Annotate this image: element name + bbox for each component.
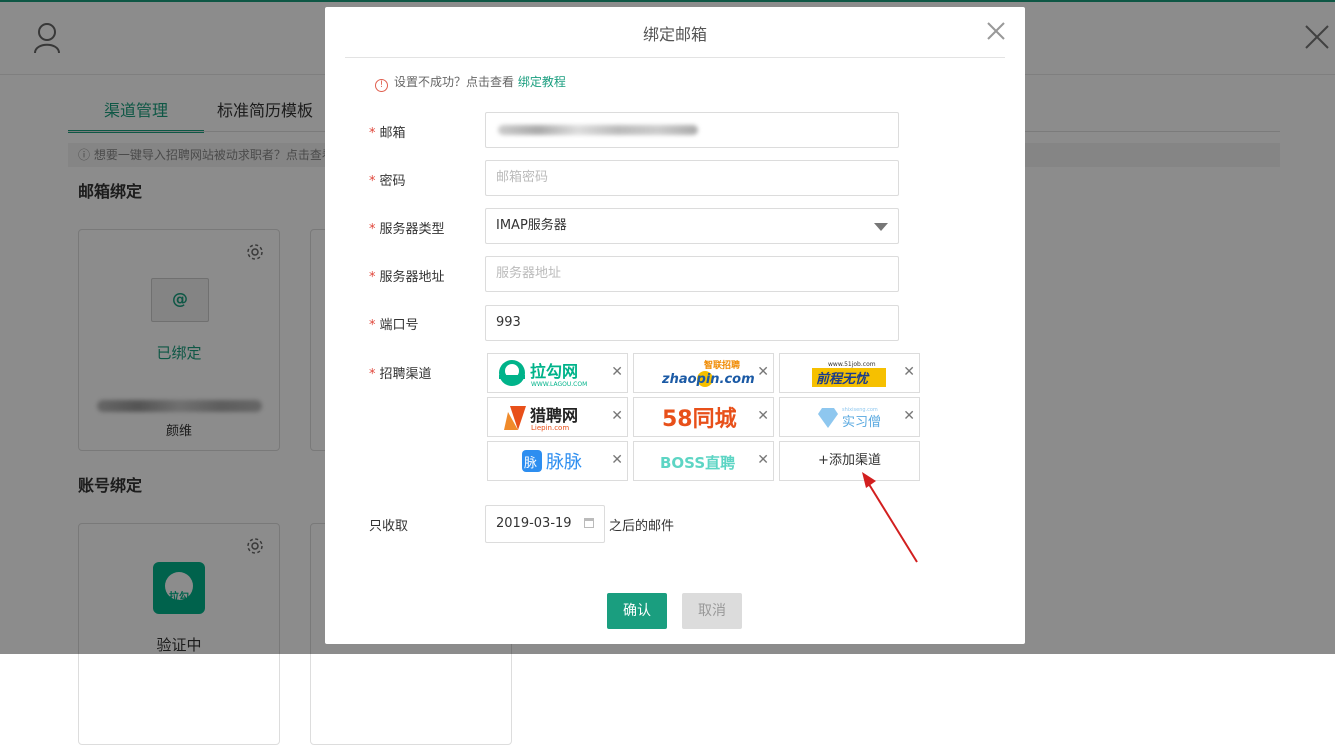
port-input[interactable]: 993: [485, 305, 899, 341]
date-picker-input[interactable]: 2019-03-19: [485, 505, 605, 543]
svg-text:前程无忧: 前程无忧: [816, 371, 870, 387]
51job-logo: www.51job.com 前程无忧: [812, 361, 886, 387]
svg-text:智联招聘: 智联招聘: [704, 359, 740, 371]
svg-text:Liepin.com: Liepin.com: [531, 424, 569, 432]
server-type-select[interactable]: IMAP服务器: [485, 208, 899, 244]
channel-51job: www.51job.com 前程无忧 ✕: [779, 353, 920, 393]
boss-logo: BOSS直聘: [660, 454, 735, 472]
remove-channel-icon[interactable]: ✕: [611, 452, 623, 468]
zhaopin-logo: 智联招聘 zhaopin.com: [661, 359, 754, 387]
server-type-value: IMAP服务器: [496, 218, 567, 233]
date-value: 2019-03-19: [496, 516, 572, 531]
channel-boss: BOSS直聘 ✕: [633, 441, 774, 481]
svg-text:实习僧: 实习僧: [842, 415, 881, 430]
server-address-label: * 服务器地址: [369, 270, 445, 285]
remove-channel-icon[interactable]: ✕: [757, 408, 769, 424]
channel-shixiseng: shixiseng.com 实习僧 ✕: [779, 397, 920, 437]
tutorial-link[interactable]: 绑定教程: [518, 75, 566, 89]
remove-channel-icon[interactable]: ✕: [611, 408, 623, 424]
svg-text:58同城: 58同城: [662, 406, 737, 432]
channel-zhaopin: 智联招聘 zhaopin.com ✕: [633, 353, 774, 393]
channel-58: 58同城 ✕: [633, 397, 774, 437]
remove-channel-icon[interactable]: ✕: [903, 408, 915, 424]
email-input[interactable]: [485, 112, 899, 148]
date-suffix: 之后的邮件: [609, 519, 675, 534]
remove-channel-icon[interactable]: ✕: [757, 364, 769, 380]
calendar-icon: [584, 518, 594, 528]
channel-maimai: 脉 脉脉 ✕: [487, 441, 628, 481]
email-value-blurred: [498, 125, 698, 135]
svg-text:shixiseng.com: shixiseng.com: [842, 407, 878, 413]
add-channel-button[interactable]: +添加渠道: [779, 441, 920, 481]
port-label: * 端口号: [369, 318, 419, 333]
notice-text: 设置不成功？点击查看: [394, 75, 515, 89]
chevron-down-icon: [874, 223, 888, 231]
server-address-input[interactable]: 服务器地址: [485, 256, 899, 292]
channel-lagou: 拉勾网 WWW.LAGOU.COM ✕: [487, 353, 628, 393]
password-label: * 密码: [369, 174, 406, 189]
svg-text:www.51job.com: www.51job.com: [828, 361, 876, 368]
svg-text:BOSS直聘: BOSS直聘: [660, 454, 735, 472]
title-divider: [345, 57, 1005, 58]
cancel-button[interactable]: 取消: [682, 593, 742, 629]
svg-text:猎聘网: 猎聘网: [530, 406, 578, 425]
svg-text:拉勾网: 拉勾网: [530, 362, 578, 381]
remove-channel-icon[interactable]: ✕: [757, 452, 769, 468]
maimai-logo: 脉 脉脉: [522, 450, 582, 473]
bind-email-dialog: 绑定邮箱 ! 设置不成功？点击查看 绑定教程 * 邮箱 * 密码 邮箱密码 * 服务器类…: [325, 7, 1025, 644]
warning-icon: !: [375, 79, 388, 92]
svg-text:脉脉: 脉脉: [546, 452, 582, 473]
receive-only-label: 只收取: [369, 519, 409, 534]
channel-liepin: 猎聘网 Liepin.com ✕: [487, 397, 628, 437]
shixiseng-logo: shixiseng.com 实习僧: [818, 407, 881, 430]
setup-notice: ! 设置不成功？点击查看 绑定教程: [375, 73, 566, 92]
server-type-label: * 服务器类型: [369, 222, 445, 237]
58-logo: 58同城: [662, 406, 737, 432]
svg-text:zhaopin.com: zhaopin.com: [661, 372, 754, 387]
confirm-button[interactable]: 确认: [607, 593, 667, 629]
channels-label: * 招聘渠道: [369, 367, 432, 382]
dialog-title: 绑定邮箱: [642, 25, 707, 44]
close-icon[interactable]: [985, 20, 1007, 42]
liepin-logo: 猎聘网 Liepin.com: [504, 406, 578, 432]
svg-text:WWW.LAGOU.COM: WWW.LAGOU.COM: [531, 381, 587, 388]
remove-channel-icon[interactable]: ✕: [903, 364, 915, 380]
lagou-logo: 拉勾网 WWW.LAGOU.COM: [499, 360, 587, 388]
password-input[interactable]: 邮箱密码: [485, 160, 899, 196]
svg-text:脉: 脉: [524, 456, 537, 471]
remove-channel-icon[interactable]: ✕: [611, 364, 623, 380]
email-label: * 邮箱: [369, 126, 406, 141]
